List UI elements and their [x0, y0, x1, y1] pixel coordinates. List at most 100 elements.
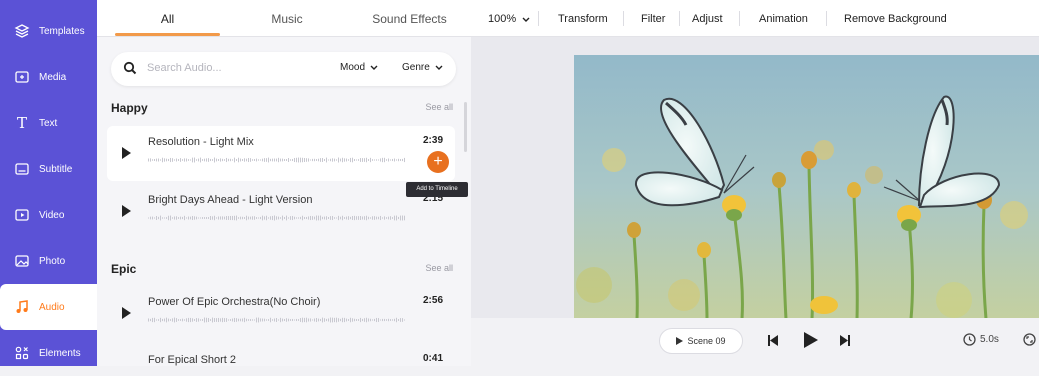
waveform-bar — [256, 217, 257, 219]
track-item[interactable]: Resolution - Light Mix 2:39 — [107, 126, 455, 181]
see-all-epic[interactable]: See all — [425, 263, 453, 273]
waveform-bar — [184, 158, 185, 162]
waveform-bar — [224, 159, 225, 161]
mood-dropdown[interactable]: Mood — [340, 62, 378, 73]
search-icon — [123, 61, 137, 75]
waveform-bar — [266, 215, 267, 221]
waveform-bar — [308, 158, 309, 162]
sidebar-item-audio[interactable]: Audio — [0, 284, 97, 330]
panel-scrollbar[interactable] — [464, 102, 467, 152]
waveform-bar — [218, 159, 219, 161]
sidebar-item-photo[interactable]: Photo — [0, 238, 97, 284]
waveform-bar — [384, 216, 385, 220]
track-item[interactable]: Power Of Epic Orchestra(No Choir) 2:56 — [107, 286, 455, 341]
waveform-bar — [364, 216, 365, 220]
waveform-bar — [148, 158, 149, 162]
waveform-bar — [206, 317, 207, 323]
waveform-bar — [290, 319, 291, 321]
genre-dropdown[interactable]: Genre — [402, 62, 443, 73]
waveform-bar — [278, 157, 279, 163]
waveform-bar — [366, 215, 367, 221]
waveform-bar — [286, 318, 287, 322]
waveform-bar — [234, 317, 235, 323]
remove-background-button[interactable]: Remove Background — [844, 0, 947, 36]
waveform-bar — [364, 158, 365, 162]
waveform-bar — [272, 215, 273, 221]
waveform-bar — [282, 318, 283, 322]
track-item[interactable]: Bright Days Ahead - Light Version 2:15 — [107, 184, 455, 239]
play-icon[interactable] — [122, 147, 131, 159]
waveform — [148, 317, 405, 323]
waveform-bar — [244, 317, 245, 323]
waveform-bar — [190, 159, 191, 161]
waveform-bar — [384, 157, 385, 163]
see-all-happy[interactable]: See all — [425, 102, 453, 112]
waveform-bar — [214, 157, 215, 163]
play-icon[interactable] — [122, 307, 131, 319]
filter-button[interactable]: Filter — [641, 0, 665, 36]
editor-toolbar: 100% Transform Filter Adjust Animation R… — [471, 0, 1039, 37]
add-to-timeline-button[interactable]: + — [427, 151, 449, 173]
waveform-bar — [282, 215, 283, 221]
adjust-button[interactable]: Adjust — [692, 0, 723, 36]
animation-button[interactable]: Animation — [759, 0, 808, 36]
waveform-bar — [186, 158, 187, 162]
tab-music[interactable]: Music — [247, 0, 327, 36]
text-icon: T — [16, 114, 27, 132]
search-input[interactable]: Search Audio... — [147, 62, 222, 74]
scene-duration[interactable]: 5.0s — [963, 333, 999, 346]
waveform-bar — [326, 216, 327, 220]
waveform-bar — [248, 157, 249, 163]
clock-icon — [963, 333, 976, 346]
waveform-bar — [318, 158, 319, 162]
waveform-bar — [368, 216, 369, 220]
waveform-bar — [238, 217, 239, 219]
skip-back-icon[interactable] — [768, 335, 778, 346]
waveform-bar — [318, 318, 319, 322]
tab-sound-effects[interactable]: Sound Effects — [362, 0, 457, 36]
sidebar-item-subtitle[interactable]: Subtitle — [0, 146, 97, 192]
track-item[interactable]: For Epical Short 2 0:41 — [107, 344, 455, 366]
waveform-bar — [212, 317, 213, 323]
sidebar-item-templates[interactable]: Templates — [0, 8, 97, 54]
waveform-bar — [358, 159, 359, 161]
zoom-dropdown[interactable]: 100% — [488, 0, 530, 36]
waveform-bar — [236, 159, 237, 161]
canvas-image-butterflies[interactable] — [574, 55, 1039, 319]
sidebar-item-media[interactable]: Media — [0, 54, 97, 100]
waveform-bar — [230, 158, 231, 162]
sidebar-item-elements[interactable]: Elements — [0, 330, 97, 376]
waveform-bar — [152, 216, 153, 220]
sidebar-item-label: Media — [39, 71, 67, 83]
waveform-bar — [250, 158, 251, 162]
tab-all[interactable]: All — [115, 0, 220, 36]
fullscreen-icon[interactable] — [1023, 333, 1036, 346]
waveform-bar — [310, 318, 311, 322]
waveform-bar — [370, 217, 371, 219]
waveform-bar — [334, 317, 335, 323]
waveform-bar — [378, 159, 379, 161]
transform-button[interactable]: Transform — [558, 0, 608, 36]
waveform-bar — [302, 215, 303, 221]
waveform-bar — [338, 318, 339, 322]
skip-forward-icon[interactable] — [840, 335, 850, 346]
sidebar-item-video[interactable]: Video — [0, 192, 97, 238]
waveform-bar — [346, 318, 347, 322]
waveform-bar — [218, 317, 219, 323]
waveform-bar — [294, 157, 295, 163]
waveform-bar — [194, 216, 195, 220]
waveform-bar — [316, 317, 317, 323]
sidebar-item-text[interactable]: T Text — [0, 100, 97, 146]
waveform-bar — [172, 158, 173, 162]
waveform-bar — [178, 217, 179, 219]
waveform-bar — [284, 216, 285, 220]
waveform-bar — [346, 158, 347, 162]
waveform-bar — [396, 215, 397, 221]
play-icon[interactable] — [122, 205, 131, 217]
waveform-bar — [342, 157, 343, 163]
waveform-bar — [156, 319, 157, 321]
waveform-bar — [364, 318, 365, 322]
play-icon[interactable] — [804, 332, 818, 348]
scene-selector[interactable]: Scene 09 — [659, 328, 743, 354]
waveform-bar — [176, 216, 177, 220]
